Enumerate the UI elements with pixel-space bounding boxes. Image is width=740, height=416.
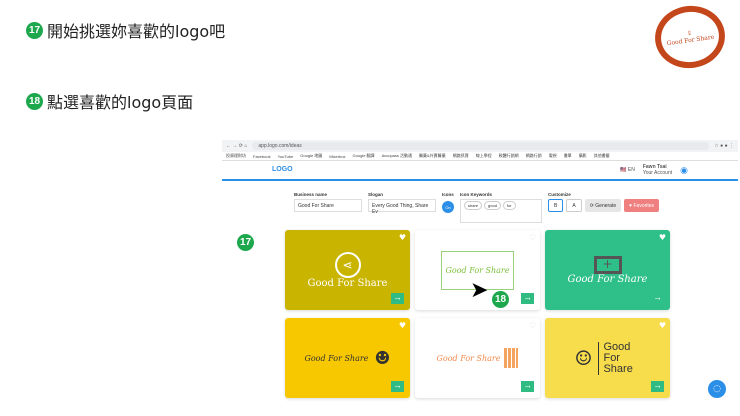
- arrow-button[interactable]: →: [521, 381, 534, 392]
- marker-17: 17: [237, 234, 254, 251]
- bookmark-item[interactable]: 其他書籤: [594, 153, 610, 159]
- logo-card[interactable]: ♥ ⋖ Good For Share →: [285, 230, 410, 310]
- bookmarks-bar: 投資理財坊 Facebook YouTube Google 地圖 Mixerbox Goo…: [222, 152, 738, 161]
- keyword-chip[interactable]: good: [484, 201, 501, 210]
- step-18: 18 點選喜歡的logo頁面: [26, 89, 193, 113]
- business-name-input[interactable]: Good For Share: [294, 199, 362, 212]
- bookmark-item[interactable]: 書單: [564, 153, 572, 159]
- keywords-input[interactable]: share good for: [460, 199, 542, 223]
- bookmark-item[interactable]: Google 翻譯: [353, 153, 375, 159]
- keyword-chip[interactable]: for: [502, 201, 516, 210]
- smiley-icon: ☺: [574, 346, 593, 370]
- logo-form: Business name Good For Share Slogan Every …: [294, 192, 662, 223]
- heart-icon[interactable]: ♡: [529, 321, 536, 330]
- user-icon[interactable]: ◉: [680, 165, 688, 176]
- bookmark-item[interactable]: 軟體行銷網: [499, 153, 519, 159]
- extension-icons[interactable]: ☆ ● ● ⋮: [714, 143, 734, 149]
- smiley-icon: ☻: [374, 347, 391, 369]
- stamp-logo: ⇪ Good For Share: [651, 1, 729, 73]
- logo-card[interactable]: ♥ ☺ Good For Share →: [545, 318, 670, 398]
- translate-button[interactable]: A: [566, 199, 582, 212]
- logo-card[interactable]: ♥ + Good For Share →: [545, 230, 670, 310]
- bars-icon: [504, 348, 519, 368]
- chat-button[interactable]: ◌: [708, 380, 726, 398]
- cursor-icon: ➤: [470, 278, 489, 303]
- keyword-chip[interactable]: share: [464, 201, 483, 210]
- generate-button[interactable]: ⟳ Generate: [584, 199, 622, 212]
- bookmark-item[interactable]: 網路抓寶: [453, 153, 469, 159]
- app-logo[interactable]: LOGO: [272, 166, 293, 173]
- bookmark-item[interactable]: Facebook: [253, 154, 271, 159]
- address-bar: ← → ⟳ ⌂ app.logo.com/ideas ☆ ● ● ⋮: [222, 140, 738, 152]
- bookmark-item[interactable]: 線上學程: [476, 153, 492, 159]
- arrow-button[interactable]: →: [651, 293, 664, 304]
- marker-18: 18: [492, 291, 509, 308]
- heart-icon[interactable]: ♥: [659, 321, 666, 330]
- slogan-input[interactable]: Every Good Thing, Share Ev: [368, 199, 436, 215]
- bookmark-item[interactable]: 醫藥&外賣醫藥: [419, 153, 446, 159]
- bookmark-item[interactable]: Accupass 活動通: [382, 153, 412, 159]
- icons-toggle[interactable]: On: [442, 201, 454, 213]
- bookmark-item[interactable]: YouTube: [278, 154, 294, 159]
- logo-card[interactable]: ♡ Good For Share →: [415, 318, 540, 398]
- heart-icon[interactable]: ♥: [399, 321, 406, 330]
- bookmark-item[interactable]: Mixerbox: [329, 154, 345, 159]
- step-17: 17 開始挑選妳喜歡的logo吧: [26, 18, 225, 42]
- bookmark-item[interactable]: 電視: [549, 153, 557, 159]
- logo-card[interactable]: ♥ Good For Share ☻ →: [285, 318, 410, 398]
- account[interactable]: Fawn Tsai Your Account: [643, 164, 672, 176]
- bookmark-item[interactable]: 網路行銷: [526, 153, 542, 159]
- arrow-button[interactable]: →: [521, 293, 534, 304]
- language-select[interactable]: 🇺🇸 EN: [620, 167, 635, 173]
- heart-icon[interactable]: ♥: [399, 233, 406, 242]
- favorites-button[interactable]: ♥ Favorites: [624, 199, 660, 212]
- nav-icons[interactable]: ← → ⟳ ⌂: [226, 143, 247, 149]
- bookmark-item[interactable]: 攝影: [579, 153, 587, 159]
- font-button[interactable]: B: [548, 199, 564, 212]
- add-comment-icon: +: [593, 255, 622, 274]
- arrow-button[interactable]: →: [391, 293, 404, 304]
- arrow-button[interactable]: →: [391, 381, 404, 392]
- bookmark-item[interactable]: Google 地圖: [300, 153, 322, 159]
- heart-icon[interactable]: ♡: [529, 233, 536, 242]
- url-field[interactable]: app.logo.com/ideas: [252, 142, 710, 150]
- app-header: LOGO 🇺🇸 EN Fawn Tsai Your Account ◉: [222, 161, 738, 181]
- arrow-button[interactable]: →: [651, 381, 664, 392]
- share-icon: ⋖: [334, 251, 361, 278]
- heart-icon[interactable]: ♥: [659, 233, 666, 242]
- bookmark-item[interactable]: 投資理財坊: [226, 153, 246, 159]
